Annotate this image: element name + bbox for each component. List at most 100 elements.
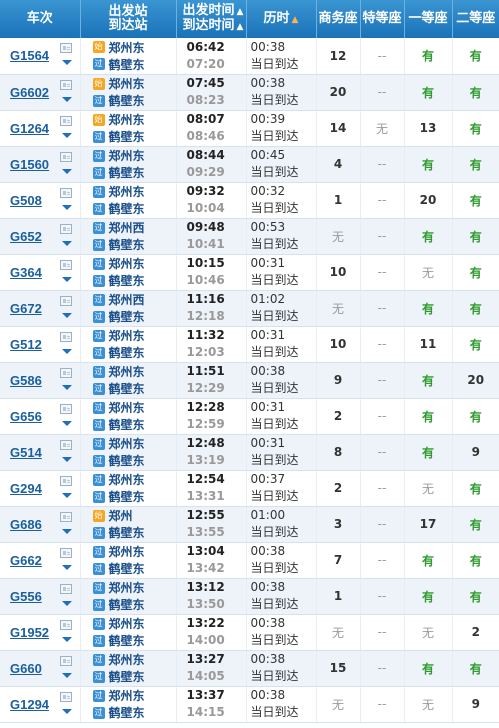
train-number-link[interactable]: G1952 — [10, 625, 49, 640]
ticket-info-icon[interactable] — [60, 115, 72, 126]
seat-premium: -- — [360, 326, 405, 363]
train-number-link[interactable]: G1294 — [10, 697, 49, 712]
ticket-info-icon[interactable] — [60, 475, 72, 486]
chevron-down-icon[interactable] — [62, 672, 72, 678]
ticket-info-icon[interactable] — [60, 43, 72, 53]
seat-first-class-value: 13 — [419, 121, 437, 135]
ticket-info-icon[interactable] — [60, 223, 72, 234]
arrival-time: 14:05 — [186, 669, 225, 683]
seat-first-class-value: 无 — [421, 481, 434, 496]
train-number-link[interactable]: G508 — [10, 193, 42, 208]
chevron-down-icon[interactable] — [62, 636, 72, 642]
ticket-info-icon[interactable] — [60, 367, 72, 378]
train-number-link[interactable]: G586 — [10, 373, 42, 388]
chevron-down-icon[interactable] — [62, 96, 72, 102]
ticket-info-icon[interactable] — [60, 187, 72, 198]
seat-premium: -- — [360, 362, 405, 399]
ticket-info-icon[interactable] — [60, 151, 72, 162]
seat-business-value: 1 — [333, 589, 343, 603]
chevron-down-icon[interactable] — [62, 528, 72, 534]
sort-asc-icon[interactable]: ▲ — [237, 7, 244, 17]
train-number-link[interactable]: G1264 — [10, 121, 49, 136]
chevron-down-icon[interactable] — [62, 564, 72, 570]
train-number-link[interactable]: G652 — [10, 229, 42, 244]
chevron-down-icon[interactable] — [62, 420, 72, 426]
station-badge-icon: 过 — [92, 545, 105, 558]
train-number-link[interactable]: G514 — [10, 445, 42, 460]
chevron-down-icon[interactable] — [62, 384, 72, 390]
seat-first-class-value: 无 — [421, 265, 434, 280]
ticket-info-icon[interactable] — [60, 583, 72, 594]
chevron-down-icon[interactable] — [62, 276, 72, 282]
chevron-down-icon[interactable] — [62, 708, 72, 714]
train-number-link[interactable]: G512 — [10, 337, 42, 352]
train-number-link[interactable]: G660 — [10, 661, 42, 676]
header-time-dep: 出发时间 — [182, 3, 235, 18]
train-number-link[interactable]: G656 — [10, 409, 42, 424]
seat-premium: -- — [360, 434, 405, 471]
seat-premium: -- — [360, 650, 405, 687]
chevron-down-icon[interactable] — [62, 312, 72, 318]
train-number-link[interactable]: G1564 — [10, 48, 49, 63]
seat-first-class: 有 — [404, 74, 453, 111]
seat-business: 12 — [316, 38, 361, 75]
train-row: G508 过郑州东 过鹤壁东 09:32 10:04 00:32 当日到达 1 -… — [0, 182, 499, 219]
chevron-down-icon[interactable] — [62, 132, 72, 138]
sort-asc-icon[interactable]: ▲ — [237, 22, 244, 32]
train-number-link[interactable]: G686 — [10, 517, 42, 532]
ticket-info-icon[interactable] — [60, 547, 72, 558]
stations-cell: 过郑州西 过鹤壁东 — [80, 218, 177, 255]
seat-second-class-value: 有 — [469, 49, 482, 64]
chevron-down-icon[interactable] — [62, 60, 72, 65]
arrive-day: 当日到达 — [250, 237, 299, 251]
seat-premium-value: -- — [377, 265, 387, 279]
train-cell: G656 — [0, 398, 81, 435]
arrival-station: 鹤壁东 — [108, 238, 145, 252]
chevron-down-icon[interactable] — [62, 600, 72, 606]
train-number-link[interactable]: G672 — [10, 301, 42, 316]
station-badge-icon: 过 — [92, 58, 105, 71]
times-cell: 12:28 12:59 — [176, 398, 247, 435]
train-number-link[interactable]: G364 — [10, 265, 42, 280]
ticket-info-icon[interactable] — [60, 619, 72, 630]
chevron-down-icon[interactable] — [62, 168, 72, 174]
train-number-link[interactable]: G556 — [10, 589, 42, 604]
chevron-down-icon[interactable] — [62, 240, 72, 246]
seat-second-class-value: 有 — [469, 265, 482, 280]
ticket-info-icon[interactable] — [60, 403, 72, 414]
ticket-info-icon[interactable] — [60, 439, 72, 450]
station-badge-icon: 过 — [92, 274, 105, 287]
train-number-link[interactable]: G662 — [10, 553, 42, 568]
chevron-down-icon[interactable] — [62, 348, 72, 354]
sort-asc-icon[interactable]: ▲ — [292, 15, 299, 25]
seat-premium: -- — [360, 290, 405, 327]
chevron-down-icon[interactable] — [62, 456, 72, 462]
seat-first-class-value: 有 — [421, 157, 434, 172]
seat-business-value: 9 — [333, 373, 343, 387]
station-badge-icon: 过 — [92, 689, 105, 702]
stations-cell: 过郑州东 过鹤壁东 — [80, 146, 177, 183]
train-number-link[interactable]: G6602 — [10, 85, 49, 100]
ticket-info-icon[interactable] — [60, 295, 72, 306]
header-duration[interactable]: 历时 ▲ — [246, 0, 317, 38]
header-times[interactable]: 出发时间 ▲ 到达时间 ▲ — [176, 0, 247, 38]
seat-premium: -- — [360, 614, 405, 651]
chevron-down-icon[interactable] — [62, 492, 72, 498]
ticket-info-icon[interactable] — [60, 331, 72, 342]
duration-cell: 00:38 当日到达 — [246, 362, 317, 399]
train-number-link[interactable]: G294 — [10, 481, 42, 496]
seat-business: 无 — [316, 686, 361, 723]
train-number-link[interactable]: G1560 — [10, 157, 49, 172]
seat-first-class: 20 — [404, 182, 453, 219]
station-badge-icon: 过 — [92, 454, 105, 467]
duration-value: 01:00 — [250, 508, 286, 522]
chevron-down-icon[interactable] — [62, 204, 72, 210]
arrival-station: 鹤壁东 — [108, 310, 145, 324]
train-cell: G660 — [0, 650, 81, 687]
ticket-info-icon[interactable] — [60, 511, 72, 522]
ticket-info-icon[interactable] — [60, 79, 72, 90]
ticket-info-icon[interactable] — [60, 259, 72, 270]
ticket-info-icon[interactable] — [60, 655, 72, 666]
ticket-info-icon[interactable] — [60, 691, 72, 702]
seat-business-value: 3 — [333, 517, 343, 531]
